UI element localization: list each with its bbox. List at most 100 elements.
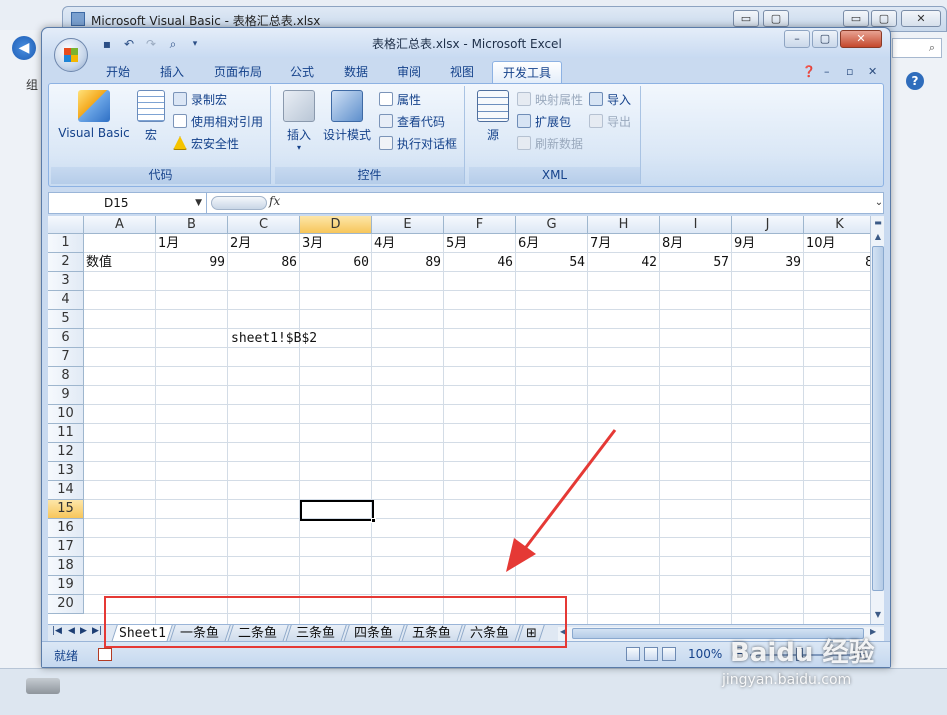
cell-d1[interactable]: 3月 [300, 234, 372, 253]
print-preview-icon[interactable]: ⌕ [164, 36, 182, 52]
cell-c2[interactable]: 86 [228, 253, 300, 272]
zoom-level[interactable]: 100% [688, 647, 722, 661]
minimize-button[interactable]: – [784, 30, 810, 48]
cell-f2[interactable]: 46 [444, 253, 516, 272]
vertical-scroll-thumb[interactable] [872, 246, 884, 591]
page-layout-view-icon[interactable] [644, 647, 658, 661]
row-header[interactable]: 9 [48, 386, 84, 405]
back-arrow-icon[interactable]: ◀ [12, 36, 36, 60]
row-header[interactable]: 4 [48, 291, 84, 310]
ribbon-minimize-icon[interactable]: – [824, 65, 830, 78]
cell-b2[interactable]: 99 [156, 253, 228, 272]
properties-button[interactable]: 属性 [379, 90, 421, 110]
insert-control-button[interactable]: 插入 ▾ [279, 90, 319, 152]
tab-review[interactable]: 审阅 [389, 61, 429, 83]
expand-formula-bar-icon[interactable]: ⌄ [873, 193, 885, 213]
first-sheet-icon[interactable]: |◀ [52, 626, 62, 636]
fill-handle[interactable] [371, 518, 376, 523]
cell-j2[interactable]: 39 [732, 253, 804, 272]
column-header[interactable]: F [444, 216, 516, 234]
help-icon[interactable]: ❓ [802, 65, 816, 78]
row-header[interactable]: 16 [48, 519, 84, 538]
column-header[interactable]: J [732, 216, 804, 234]
cell-i2[interactable]: 57 [660, 253, 732, 272]
cell-h1[interactable]: 7月 [588, 234, 660, 253]
scroll-up-icon[interactable]: ▲ [871, 230, 885, 244]
row-header[interactable]: 10 [48, 405, 84, 424]
ribbon-restore-icon[interactable]: ▫ [846, 65, 853, 78]
name-box[interactable]: D15 ▼ [49, 193, 207, 213]
export-button[interactable]: 导出 [589, 112, 631, 132]
cell-j1[interactable]: 9月 [732, 234, 804, 253]
column-header[interactable]: K [804, 216, 870, 234]
run-dialog-button[interactable]: 执行对话框 [379, 134, 457, 154]
vba-maximize-button[interactable]: ▢ [763, 10, 789, 27]
cell-e1[interactable]: 4月 [372, 234, 444, 253]
column-header[interactable]: B [156, 216, 228, 234]
formula-input[interactable] [289, 193, 869, 213]
cell-d2[interactable]: 60 [300, 253, 372, 272]
scroll-down-icon[interactable]: ▼ [871, 608, 885, 622]
row-header[interactable]: 19 [48, 576, 84, 595]
tab-page-layout[interactable]: 页面布局 [208, 61, 268, 83]
row-header[interactable]: 2 [48, 253, 84, 272]
normal-view-icon[interactable] [626, 647, 640, 661]
cell-f1[interactable]: 5月 [444, 234, 516, 253]
row-header[interactable]: 12 [48, 443, 84, 462]
row-header[interactable]: 13 [48, 462, 84, 481]
map-properties-button[interactable]: 映射属性 [517, 90, 583, 110]
import-button[interactable]: 导入 [589, 90, 631, 110]
row-header[interactable]: 17 [48, 538, 84, 557]
cell-h2[interactable]: 42 [588, 253, 660, 272]
row-header[interactable]: 11 [48, 424, 84, 443]
relative-reference-button[interactable]: 使用相对引用 [173, 112, 263, 132]
close-button[interactable]: ✕ [840, 30, 882, 48]
cell-k1[interactable]: 10月 [804, 234, 870, 253]
explorer-help-icon[interactable]: ? [906, 72, 924, 90]
vba-close-button[interactable]: ✕ [901, 10, 941, 27]
xml-source-button[interactable]: 源 [473, 90, 513, 143]
undo-icon[interactable]: ↶ [120, 36, 138, 52]
row-header[interactable]: 20 [48, 595, 84, 614]
redo-icon[interactable]: ↷ [142, 36, 160, 52]
cell-a2[interactable]: 数值 [84, 253, 156, 272]
tab-data[interactable]: 数据 [336, 61, 376, 83]
row-header[interactable]: 6 [48, 329, 84, 348]
last-sheet-icon[interactable]: ▶| [92, 626, 102, 636]
column-header[interactable]: E [372, 216, 444, 234]
cell-k2[interactable]: 8 [804, 253, 870, 272]
tab-view[interactable]: 视图 [442, 61, 482, 83]
expansion-pack-button[interactable]: 扩展包 [517, 112, 571, 132]
active-cell-d15[interactable] [300, 500, 376, 523]
column-header[interactable]: I [660, 216, 732, 234]
vba-outer-restore-button[interactable]: ▢ [871, 10, 897, 27]
tab-developer[interactable]: 开发工具 [492, 61, 562, 83]
tab-formulas[interactable]: 公式 [282, 61, 322, 83]
design-mode-button[interactable]: 设计模式 [319, 90, 375, 143]
vba-outer-minimize-button[interactable]: ▭ [843, 10, 869, 27]
column-header[interactable]: A [84, 216, 156, 234]
column-header[interactable]: H [588, 216, 660, 234]
worksheet-grid[interactable]: A B C D E F G H I J K 1 2 3 4 5 6 7 8 9 10 11 12 13 1… [48, 216, 870, 624]
page-break-view-icon[interactable] [662, 647, 676, 661]
row-header[interactable]: 8 [48, 367, 84, 386]
maximize-button[interactable]: ▢ [812, 30, 838, 48]
row-header[interactable]: 7 [48, 348, 84, 367]
explorer-search-icon[interactable]: ⌕ [892, 38, 942, 58]
tab-home[interactable]: 开始 [98, 61, 138, 83]
row-header[interactable]: 1 [48, 234, 84, 253]
ribbon-close-icon[interactable]: ✕ [868, 65, 877, 78]
prev-sheet-icon[interactable]: ◀ [68, 626, 75, 636]
cell-i1[interactable]: 8月 [660, 234, 732, 253]
view-code-button[interactable]: 查看代码 [379, 112, 445, 132]
save-icon[interactable]: ▪ [98, 36, 116, 52]
row-header[interactable]: 3 [48, 272, 84, 291]
macro-record-icon[interactable] [98, 648, 112, 661]
column-header[interactable]: C [228, 216, 300, 234]
split-box-icon[interactable]: ▬ [871, 216, 885, 230]
formula-bar-grip[interactable] [211, 196, 267, 210]
explorer-organize-label[interactable]: 组 [26, 76, 38, 93]
vba-minimize-button[interactable]: ▭ [733, 10, 759, 27]
row-header[interactable]: 5 [48, 310, 84, 329]
row-header[interactable]: 18 [48, 557, 84, 576]
